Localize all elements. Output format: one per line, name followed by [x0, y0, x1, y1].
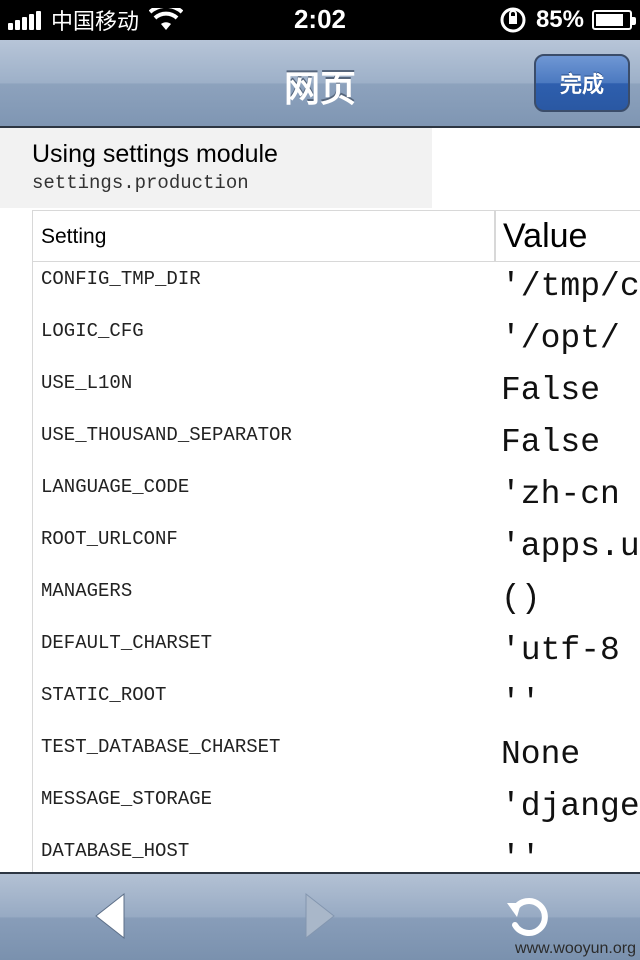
table-row: STATIC_ROOT '' [33, 678, 640, 730]
setting-name: DATABASE_HOST [41, 840, 190, 862]
back-arrow-icon [95, 892, 125, 940]
setting-name: TEST_DATABASE_CHARSET [41, 736, 281, 758]
battery-percentage: 85% [535, 6, 584, 33]
table-row: MANAGERS () [33, 574, 640, 626]
reload-icon [507, 898, 548, 936]
setting-name: ROOT_URLCONF [41, 528, 178, 550]
done-button[interactable]: 完成 [534, 54, 630, 112]
rotation-lock-icon [500, 7, 526, 33]
setting-name: CONFIG_TMP_DIR [41, 268, 201, 290]
table-row: CONFIG_TMP_DIR '/tmp/c [33, 262, 640, 314]
table-row: ROOT_URLCONF 'apps.u [33, 522, 640, 574]
setting-value: '' [501, 840, 541, 872]
table-row: DATABASE_HOST '' [33, 834, 640, 872]
table-header: Setting Value [33, 211, 640, 262]
setting-value: 'utf-8 [501, 632, 620, 669]
bottom-toolbar: www.wooyun.org [0, 872, 640, 960]
setting-name: MESSAGE_STORAGE [41, 788, 213, 810]
setting-value: '' [501, 684, 541, 721]
web-content[interactable]: Using settings module settings.productio… [0, 128, 640, 872]
setting-name: USE_L10N [41, 372, 133, 394]
table-row: USE_THOUSAND_SEPARATOR False [33, 418, 640, 470]
column-header-value: Value [503, 217, 588, 255]
setting-value: () [501, 580, 541, 617]
table-row: DEFAULT_CHARSET 'utf-8 [33, 626, 640, 678]
setting-name: DEFAULT_CHARSET [41, 632, 213, 654]
navigation-bar: 网页 完成 [0, 40, 640, 128]
settings-module-name: settings.production [32, 172, 249, 194]
battery-fill [596, 14, 624, 26]
setting-value: 'apps.u [501, 528, 640, 565]
table-body: CONFIG_TMP_DIR '/tmp/c LOGIC_CFG '/opt/USE_… [33, 262, 640, 872]
setting-value: '/opt/ [501, 320, 620, 357]
table-row: LOGIC_CFG '/opt/ [33, 314, 640, 366]
forward-button[interactable] [290, 888, 350, 944]
column-divider [494, 211, 496, 261]
battery-icon [592, 10, 636, 30]
setting-value: False [501, 372, 601, 409]
setting-value: '/tmp/c [501, 268, 640, 305]
setting-name: USE_THOUSAND_SEPARATOR [41, 424, 292, 446]
reload-button[interactable] [498, 888, 558, 944]
setting-value: 'djange [501, 788, 640, 825]
status-right: 85% [500, 4, 636, 36]
setting-name: LOGIC_CFG [41, 320, 144, 342]
setting-name: MANAGERS [41, 580, 133, 602]
setting-value: False [501, 424, 601, 461]
table-row: LANGUAGE_CODE 'zh-cn [33, 470, 640, 522]
watermark-text: www.wooyun.org [515, 940, 636, 957]
setting-name: LANGUAGE_CODE [41, 476, 190, 498]
settings-module-box: Using settings module settings.productio… [0, 128, 432, 208]
table-row: TEST_DATABASE_CHARSET None [33, 730, 640, 782]
setting-name: STATIC_ROOT [41, 684, 167, 706]
setting-value: 'zh-cn [501, 476, 620, 513]
table-row: USE_L10N False [33, 366, 640, 418]
setting-value: None [501, 736, 581, 773]
settings-module-title: Using settings module [32, 140, 278, 168]
table-row: MESSAGE_STORAGE 'djange [33, 782, 640, 834]
status-bar: 中国移动 2:02 85% [0, 0, 640, 40]
back-button[interactable] [80, 888, 140, 944]
column-header-setting: Setting [41, 225, 107, 248]
forward-arrow-icon [305, 892, 335, 940]
settings-table: Setting Value CONFIG_TMP_DIR '/tmp/c LOGIC… [32, 210, 640, 872]
